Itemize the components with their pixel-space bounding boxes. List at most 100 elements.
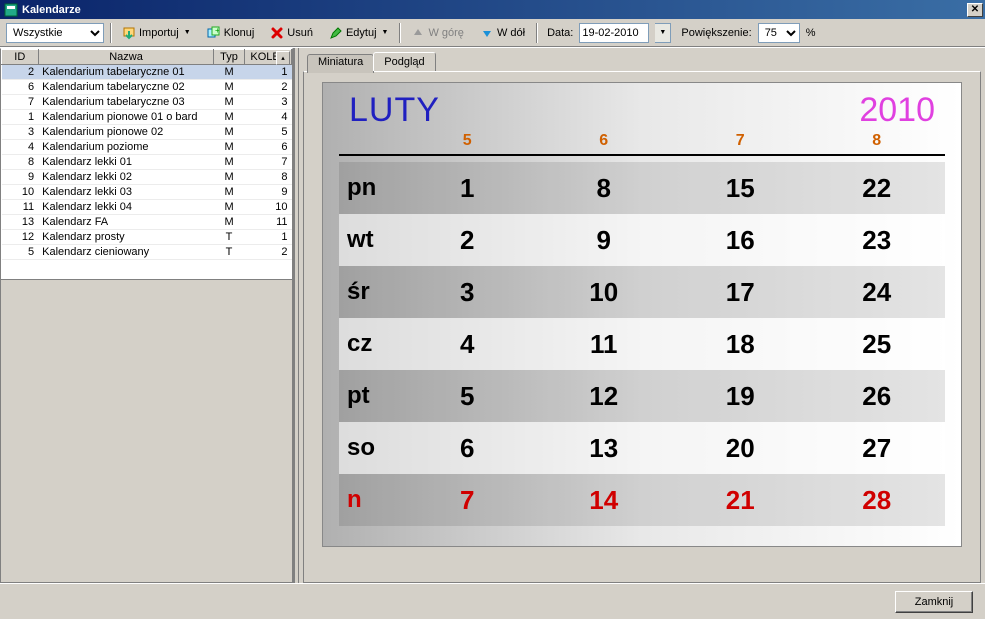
footer: Zamknij [0,583,985,619]
left-empty-area [0,280,293,583]
right-pane: Miniatura Podgląd LUTY 2010 5678 pn18152… [299,48,985,583]
cell-typ: M [214,215,244,230]
toolbar-separator [536,23,537,43]
close-button[interactable]: Zamknij [895,591,973,613]
calendar-day: 13 [536,433,673,464]
calendar-day: 19 [672,381,809,412]
calendar-day: 21 [672,485,809,516]
cell-kolej: 11 [244,215,291,230]
table-row[interactable]: 10Kalendarz lekki 03M9 [2,185,292,200]
cell-kolej: 9 [244,185,291,200]
cell-typ: M [214,125,244,140]
zoom-select[interactable]: 75 [758,23,800,43]
window-close-button[interactable]: ✕ [967,3,983,17]
table-row[interactable]: 2Kalendarium tabelaryczne 01M1 [2,65,292,80]
move-up-button[interactable]: W górę [406,23,468,43]
delete-button[interactable]: Usuń [265,23,318,43]
cell-name: Kalendarz cieniowany [38,245,214,260]
day-of-week-label: n [339,486,399,514]
clone-icon: + [207,26,221,40]
edit-button[interactable]: Edytuj ▼ [324,23,394,43]
table-row[interactable]: 1Kalendarium pionowe 01 o bardM4 [2,110,292,125]
cell-id: 11 [2,200,39,215]
toolbar-separator [110,23,111,43]
move-up-label: W górę [428,27,463,39]
titlebar: Kalendarze ✕ [0,0,985,19]
calendar-row: pt5121926 [339,370,945,422]
table-row[interactable]: 3Kalendarium pionowe 02M5 [2,125,292,140]
cell-id: 2 [2,65,39,80]
table-row[interactable]: 13Kalendarz FAM11 [2,215,292,230]
cell-name: Kalendarz lekki 03 [38,185,214,200]
calendar-day: 6 [399,433,536,464]
table-row[interactable]: 5Kalendarz cieniowanyT2 [2,245,292,260]
clone-button[interactable]: + Klonuj [202,23,260,43]
chevron-down-icon: ▼ [184,29,191,36]
day-of-week-label: pt [339,382,399,410]
date-input[interactable] [579,23,649,43]
calendar-day: 20 [672,433,809,464]
cell-id: 13 [2,215,39,230]
day-of-week-label: so [339,434,399,462]
chevron-down-icon: ▼ [382,29,389,36]
week-number: 6 [536,132,673,150]
cell-name: Kalendarium tabelaryczne 02 [38,80,214,95]
cell-kolej: 8 [244,170,291,185]
arrow-down-icon [480,26,494,40]
date-dropdown-button[interactable]: ▼ [655,23,671,43]
calendar-divider [339,154,945,156]
main-area: ID Nazwa Typ KOLEJ 2Kalendarium tabelary… [0,47,985,583]
toolbar: Wszystkie Importuj ▼ + Klonuj Usuń Edytu… [0,19,985,47]
calendar-day: 12 [536,381,673,412]
cell-id: 3 [2,125,39,140]
calendar-row: n7142128 [339,474,945,526]
table-row[interactable]: 8Kalendarz lekki 01M7 [2,155,292,170]
cell-name: Kalendarium poziome [38,140,214,155]
cell-id: 4 [2,140,39,155]
clone-label: Klonuj [224,27,255,39]
delete-label: Usuń [287,27,313,39]
weeknum-spacer [339,132,399,150]
cell-kolej: 2 [244,80,291,95]
cell-name: Kalendarium tabelaryczne 01 [38,65,214,80]
cell-kolej: 1 [244,65,291,80]
delete-icon [270,26,284,40]
calendar-day: 4 [399,329,536,360]
col-header-typ[interactable]: Typ [214,50,244,65]
cell-kolej: 2 [244,245,291,260]
calendar-day: 1 [399,173,536,204]
move-down-button[interactable]: W dół [475,23,530,43]
calendar-day: 22 [809,173,946,204]
calendar-day: 8 [536,173,673,204]
window-title: Kalendarze [22,4,967,16]
col-header-name[interactable]: Nazwa [38,50,214,65]
cell-kolej: 1 [244,230,291,245]
svg-text:+: + [215,26,220,35]
tab-preview[interactable]: Podgląd [373,52,435,71]
calendar-week-numbers: 5678 [339,132,945,150]
cell-id: 1 [2,110,39,125]
calendar-day: 18 [672,329,809,360]
cell-id: 8 [2,155,39,170]
cell-name: Kalendarz lekki 02 [38,170,214,185]
filter-select[interactable]: Wszystkie [6,23,104,43]
calendar-day: 25 [809,329,946,360]
scroll-up-button[interactable]: ▴ [276,51,290,65]
table-row[interactable]: 6Kalendarium tabelaryczne 02M2 [2,80,292,95]
table-row[interactable]: 11Kalendarz lekki 04M10 [2,200,292,215]
import-button[interactable]: Importuj ▼ [117,23,196,43]
calendar-day: 24 [809,277,946,308]
calendar-list-grid[interactable]: ID Nazwa Typ KOLEJ 2Kalendarium tabelary… [0,48,293,280]
cell-id: 9 [2,170,39,185]
table-row[interactable]: 7Kalendarium tabelaryczne 03M3 [2,95,292,110]
table-row[interactable]: 12Kalendarz prostyT1 [2,230,292,245]
cell-typ: M [214,185,244,200]
cell-typ: M [214,65,244,80]
cell-typ: M [214,110,244,125]
tab-miniature[interactable]: Miniatura [307,54,374,73]
table-row[interactable]: 4Kalendarium poziomeM6 [2,140,292,155]
cell-kolej: 6 [244,140,291,155]
table-row[interactable]: 9Kalendarz lekki 02M8 [2,170,292,185]
col-header-id[interactable]: ID [2,50,39,65]
day-of-week-label: cz [339,330,399,358]
